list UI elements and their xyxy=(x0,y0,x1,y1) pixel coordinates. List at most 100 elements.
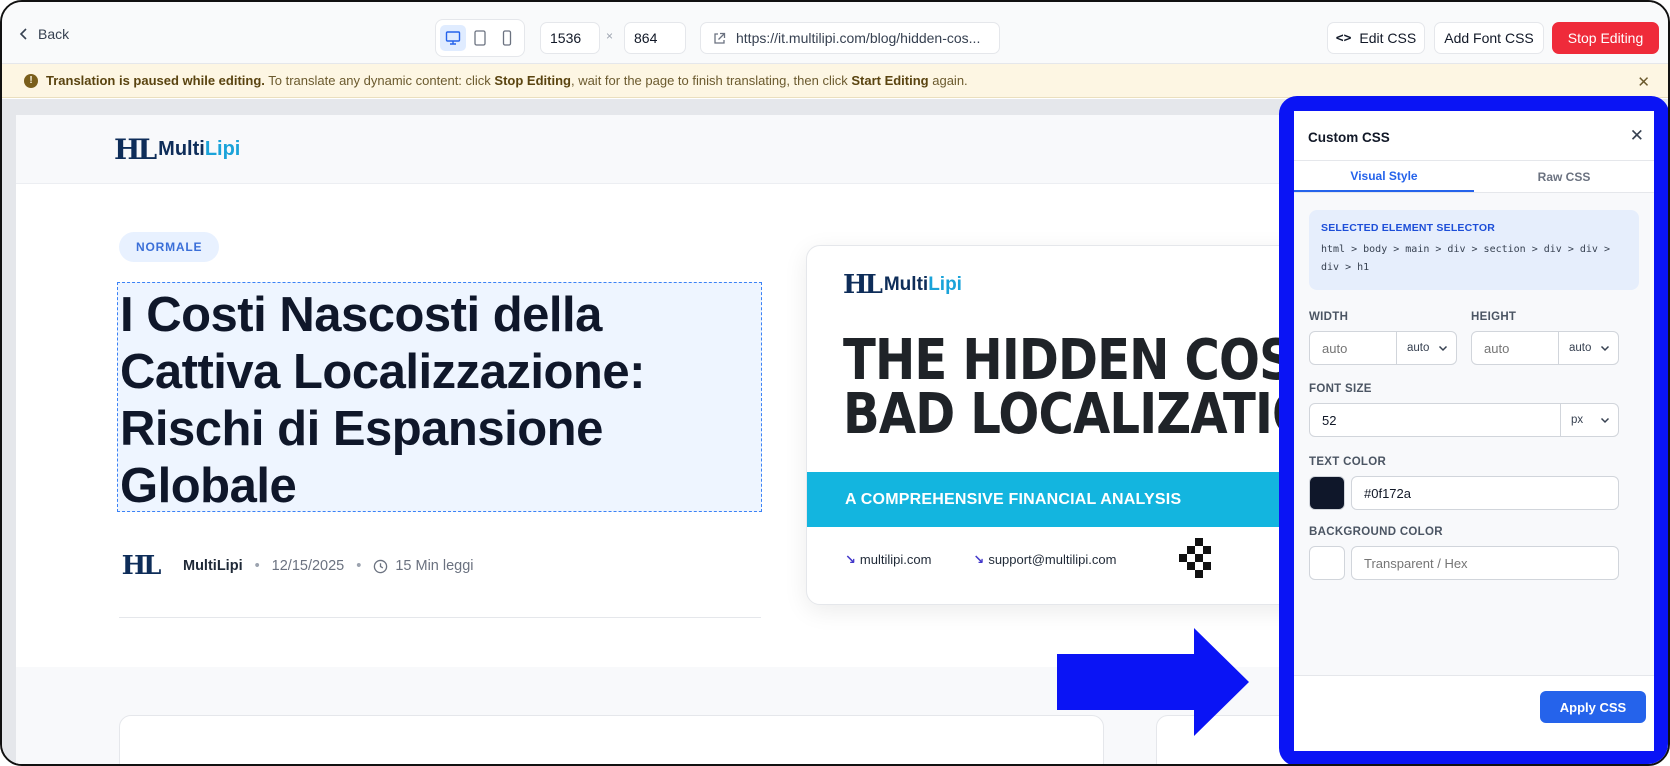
width-unit-select[interactable]: auto xyxy=(1396,332,1456,364)
panel-header: Custom CSS ✕ xyxy=(1294,111,1654,161)
logo-lipi: Lipi xyxy=(928,274,962,295)
height-field: auto xyxy=(1471,331,1619,365)
tablet-icon xyxy=(474,30,486,46)
tab-raw-css[interactable]: Raw CSS xyxy=(1474,161,1654,192)
panel-footer: Apply CSS xyxy=(1294,675,1654,751)
logo-multi: Multi xyxy=(158,138,205,160)
edit-css-button[interactable]: <> Edit CSS xyxy=(1327,22,1425,54)
text-color-label: TEXT COLOR xyxy=(1309,456,1387,468)
author-name[interactable]: MultiLipi xyxy=(183,558,243,574)
banner-text-1: To translate any dynamic content: click xyxy=(264,73,495,88)
card-site-text: multilipi.com xyxy=(859,552,932,567)
background-color-input[interactable] xyxy=(1352,547,1618,579)
card-headline: THE HIDDEN COSTS BAD LOCALIZATION xyxy=(843,328,1296,447)
selector-info: SELECTED ELEMENT SELECTOR html > body > … xyxy=(1309,210,1639,290)
meta-separator: • xyxy=(356,558,362,574)
font-size-unit-select[interactable]: px xyxy=(1560,404,1618,436)
text-color-input[interactable]: #0f172a xyxy=(1352,477,1618,509)
card-footer: ↘ multilipi.com ↘ support@multilipi.com xyxy=(845,552,1116,568)
banner-text-2: , wait for the page to finish translatin… xyxy=(570,73,852,88)
tablet-device-button[interactable] xyxy=(467,25,493,51)
card-email-text: support@multilipi.com xyxy=(988,552,1117,567)
article-title[interactable]: I Costi Nascosti della Cattiva Localizza… xyxy=(120,287,645,515)
featured-image-card: HL MultiLipi THE HIDDEN COSTS BAD LOCALI… xyxy=(806,245,1296,605)
close-icon[interactable]: ✕ xyxy=(1630,126,1644,146)
background-color-label: BACKGROUND COLOR xyxy=(1309,526,1443,538)
editor-toolbar: Back 1536 × 864 https://it.multilipi.com… xyxy=(2,2,1668,64)
edit-css-label: Edit CSS xyxy=(1359,30,1417,46)
panel-tabs: Visual Style Raw CSS xyxy=(1294,161,1654,193)
logo-mark-icon: HL xyxy=(121,551,162,581)
logo-lipi: Lipi xyxy=(204,138,241,160)
logo-mark-icon: HL xyxy=(843,270,883,300)
mobile-device-button[interactable] xyxy=(494,25,520,51)
external-link-icon xyxy=(714,32,726,44)
category-badge[interactable]: NORMALE xyxy=(119,232,220,262)
desktop-device-button[interactable] xyxy=(440,25,467,51)
background-color-swatch[interactable] xyxy=(1309,546,1345,580)
height-label: HEIGHT xyxy=(1471,311,1517,323)
selected-h1-outline[interactable]: I Costi Nascosti della Cattiva Localizza… xyxy=(117,282,762,515)
viewport-width-input[interactable]: 1536 xyxy=(540,22,600,54)
panel-title: Custom CSS xyxy=(1308,130,1390,145)
stop-editing-button[interactable]: Stop Editing xyxy=(1552,22,1659,54)
apply-css-button[interactable]: Apply CSS xyxy=(1540,691,1646,723)
font-size-label: FONT SIZE xyxy=(1309,383,1372,395)
arrow-down-right-icon: ↘ xyxy=(845,552,856,567)
back-button[interactable]: Back xyxy=(18,26,69,42)
banner-bold-3: Start Editing xyxy=(851,73,929,88)
tab-visual-style[interactable]: Visual Style xyxy=(1294,161,1474,192)
background-color-field xyxy=(1351,546,1619,580)
title-line: Cattiva Localizzazione: xyxy=(120,345,645,399)
width-input[interactable] xyxy=(1310,332,1396,364)
device-switcher xyxy=(435,19,525,57)
height-unit-select[interactable]: auto xyxy=(1558,332,1618,364)
site-header: HL MultiLipi xyxy=(16,115,1296,184)
back-label: Back xyxy=(38,26,70,42)
read-time: 15 Min leggi xyxy=(395,558,474,574)
viewport-height-input[interactable]: 864 xyxy=(624,22,686,54)
meta-separator: • xyxy=(254,558,260,574)
text-color-swatch[interactable] xyxy=(1309,476,1345,510)
banner-text-3: again. xyxy=(928,73,968,88)
warning-icon: ! xyxy=(24,73,38,88)
publish-date: 12/15/2025 xyxy=(271,558,345,574)
title-line: Rischi di Espansione xyxy=(120,402,603,456)
banner-bold-2: Stop Editing xyxy=(494,73,571,88)
title-line: Globale xyxy=(120,459,297,513)
close-banner-icon[interactable]: ✕ xyxy=(1637,73,1650,91)
url-text: https://it.multilipi.com/blog/hidden-cos… xyxy=(736,30,981,46)
font-size-input[interactable]: 52 xyxy=(1310,404,1560,436)
app-window: Back 1536 × 864 https://it.multilipi.com… xyxy=(0,0,1670,766)
selector-path: html > body > main > div > section > div… xyxy=(1321,244,1610,273)
height-input[interactable] xyxy=(1472,332,1558,364)
annotation-arrow-icon xyxy=(1057,628,1249,736)
font-size-field: 52 px xyxy=(1309,403,1619,437)
logo-mark-icon: HL xyxy=(114,133,157,166)
dimension-separator: × xyxy=(606,29,614,43)
card-subtitle-band: A COMPREHENSIVE FINANCIAL ANALYSIS xyxy=(807,472,1296,527)
monitor-icon xyxy=(446,31,461,45)
arrow-down-right-icon: ↘ xyxy=(973,552,985,567)
text-color-field: #0f172a xyxy=(1351,476,1619,510)
article-hero: NORMALE I Costi Nascosti della Cattiva L… xyxy=(16,185,1296,667)
card-logo: HL MultiLipi xyxy=(843,270,962,300)
url-field[interactable]: https://it.multilipi.com/blog/hidden-cos… xyxy=(700,22,1000,54)
phone-icon xyxy=(502,30,511,46)
qr-code-icon xyxy=(1179,538,1211,578)
banner-bold-1: Translation is paused while editing. xyxy=(46,73,265,88)
card-headline-line: THE HIDDEN COSTS xyxy=(843,328,1296,393)
card-email-link: ↘ support@multilipi.com xyxy=(973,552,1116,568)
code-icon: <> xyxy=(1335,30,1352,46)
article-meta: HL MultiLipi • 12/15/2025 • 15 Min leggi xyxy=(119,545,474,587)
width-unit-value: auto xyxy=(1407,342,1430,354)
chevron-left-icon xyxy=(19,28,27,40)
editing-paused-banner: ! Translation is paused while editing. T… xyxy=(2,64,1668,98)
add-font-css-button[interactable]: Add Font CSS xyxy=(1434,22,1544,54)
card-headline-line: BAD LOCALIZATION xyxy=(843,382,1296,447)
font-size-unit-value: px xyxy=(1571,414,1584,426)
site-logo[interactable]: HL MultiLipi xyxy=(114,133,240,166)
chevron-down-icon xyxy=(1600,345,1610,352)
meta-divider xyxy=(119,617,761,618)
card-site-link: ↘ multilipi.com xyxy=(845,552,931,568)
